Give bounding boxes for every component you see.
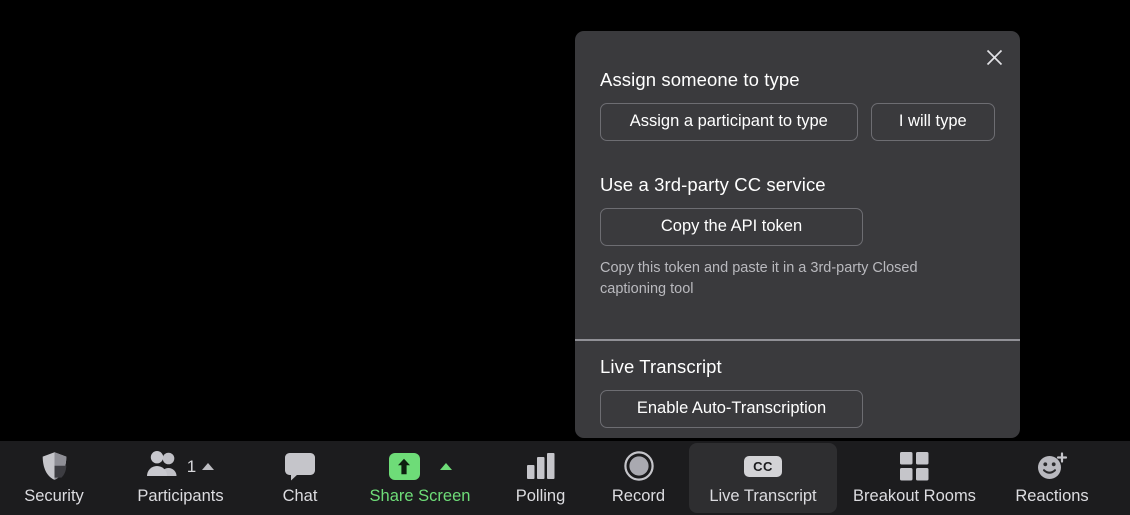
meeting-toolbar: Security 1 Participants Chat Share Scree… xyxy=(0,441,1130,515)
toolbar-label-share-screen: Share Screen xyxy=(369,487,471,506)
toolbar-item-security[interactable]: Security xyxy=(0,443,108,513)
toolbar-label-live-transcript: Live Transcript xyxy=(709,487,817,506)
toolbar-item-polling[interactable]: Polling xyxy=(493,443,588,513)
assign-section-title: Assign someone to type xyxy=(600,69,800,90)
copy-token-helper-text: Copy this token and paste it in a 3rd-pa… xyxy=(600,259,918,297)
third-party-cc-section: Use a 3rd-party CC service Copy the API … xyxy=(575,174,1020,299)
toolbar-label-reactions: Reactions xyxy=(1015,487,1089,506)
assign-a-participant-to-type-button[interactable]: Assign a participant to type xyxy=(600,103,858,141)
smiley-plus-icon xyxy=(1036,451,1068,481)
chevron-up-icon-participants[interactable] xyxy=(202,462,215,470)
toolbar-label-security: Security xyxy=(24,487,84,506)
enable-auto-transcription-button[interactable]: Enable Auto-Transcription xyxy=(600,390,863,428)
share-screen-icon xyxy=(388,452,420,480)
toolbar-item-chat[interactable]: Chat xyxy=(253,443,347,513)
live-transcript-section: Live Transcript Enable Auto-Transcriptio… xyxy=(575,356,1020,428)
live-transcript-section-title: Live Transcript xyxy=(600,356,722,377)
cc-icon: CC xyxy=(744,451,782,481)
participants-count: 1 xyxy=(186,456,197,476)
toolbar-label-polling: Polling xyxy=(515,487,566,506)
grid-squares-icon xyxy=(900,451,929,481)
toolbar-item-record[interactable]: Record xyxy=(588,443,689,513)
assign-typist-section: Assign someone to type Assign a particip… xyxy=(575,69,1020,141)
shield-icon xyxy=(41,451,68,481)
copy-the-api-token-button[interactable]: Copy the API token xyxy=(600,208,863,246)
copy-token-row: Copy the API token xyxy=(600,208,995,246)
toolbar-label-record: Record xyxy=(611,487,666,506)
toolbar-item-share-screen[interactable]: Share Screen xyxy=(347,443,493,513)
closed-caption-panel: Assign someone to type Assign a particip… xyxy=(575,31,1020,438)
bar-chart-icon xyxy=(526,451,556,481)
chevron-up-icon-share-screen[interactable] xyxy=(439,462,452,470)
close-icon[interactable] xyxy=(980,43,1008,71)
toolbar-label-chat: Chat xyxy=(282,487,318,506)
assign-buttons-row: Assign a participant to type I will type xyxy=(600,103,995,141)
toolbar-item-live-transcript[interactable]: CC Live Transcript xyxy=(689,443,837,513)
enable-transcription-row: Enable Auto-Transcription xyxy=(600,390,995,428)
toolbar-item-participants[interactable]: 1 Participants xyxy=(108,443,253,513)
cc-badge-label: CC xyxy=(744,455,782,477)
i-will-type-button[interactable]: I will type xyxy=(870,103,995,141)
third-party-section-title: Use a 3rd-party CC service xyxy=(600,174,826,195)
participants-icon-group: 1 xyxy=(146,450,215,482)
toolbar-item-breakout-rooms[interactable]: Breakout Rooms xyxy=(837,443,992,513)
participants-icon xyxy=(146,450,181,482)
record-circle-icon xyxy=(623,451,654,481)
panel-divider xyxy=(575,339,1020,341)
toolbar-item-reactions[interactable]: Reactions xyxy=(992,443,1112,513)
toolbar-label-participants: Participants xyxy=(137,487,224,506)
chat-bubble-icon xyxy=(284,451,316,481)
share-screen-icon-group xyxy=(388,451,452,481)
toolbar-label-breakout-rooms: Breakout Rooms xyxy=(853,487,976,506)
